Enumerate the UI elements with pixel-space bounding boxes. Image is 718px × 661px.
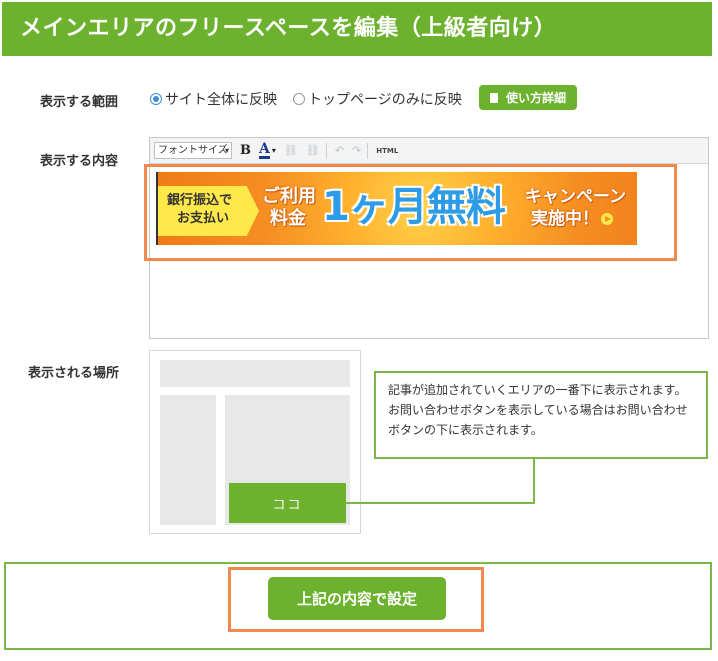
submit-button[interactable]: 上記の内容で設定 [268, 577, 446, 620]
banner-mid-text: ご利用 料金 [262, 186, 316, 230]
text-caret [156, 172, 158, 245]
callout-connector [345, 502, 535, 504]
diagram-sidebar-block [160, 395, 216, 525]
range-radio-group: サイト全体に反映 トップページのみに反映 [150, 89, 478, 109]
radio-site-wide[interactable]: サイト全体に反映 [150, 89, 277, 109]
help-button[interactable]: 使い方詳細 [479, 85, 577, 110]
content-label: 表示する内容 [40, 154, 119, 169]
diagram-marker: ココ [229, 483, 346, 523]
radio-top-only-label: トップページのみに反映 [308, 92, 462, 108]
font-size-select-label: フォントサイズ [158, 145, 228, 156]
banner-left-line2: お支払い [177, 211, 230, 226]
range-label: 表示する範囲 [40, 95, 119, 110]
font-color-dropdown-icon[interactable]: ▾ [272, 146, 276, 155]
banner-left-line1: 銀行振込で [167, 193, 233, 208]
unlink-icon[interactable]: ⛓ [306, 144, 320, 157]
toolbar-separator [325, 142, 327, 159]
banner-mid-line1: ご利用 [262, 186, 316, 207]
banner-big-text: 1ヶ月無料 [322, 184, 506, 230]
font-size-select[interactable]: フォントサイズ ▾ [154, 142, 232, 159]
banner-right-line2: 実施中！ [531, 209, 599, 229]
font-color-button[interactable]: A [259, 142, 270, 159]
undo-icon[interactable]: ↶ [335, 144, 344, 157]
location-label: 表示される場所 [28, 366, 120, 381]
redo-icon[interactable]: ↷ [352, 144, 361, 157]
help-button-label: 使い方詳細 [505, 91, 566, 105]
location-description: 記事が追加されていくエリアの一番下に表示されます。お問い合わせボタンを表示してい… [374, 371, 708, 459]
banner-right-line1: キャンペーン [525, 187, 627, 207]
radio-site-wide-indicator[interactable] [150, 93, 162, 105]
dropdown-arrow-icon: ▾ [224, 146, 229, 155]
radio-site-wide-label: サイト全体に反映 [165, 92, 277, 108]
editor-toolbar: フォントサイズ ▾ B A ▾ ⛓ ⛓ ↶ ↷ HTML [150, 138, 708, 164]
diagram-header-block [160, 360, 350, 387]
link-icon[interactable]: ⛓ [284, 144, 298, 157]
callout-connector [533, 458, 535, 504]
toolbar-separator [367, 142, 369, 159]
banner-left-badge: 銀行振込で お支払い [157, 186, 259, 236]
banner-mid-line2: 料金 [270, 208, 306, 229]
radio-top-only[interactable]: トップページのみに反映 [293, 89, 462, 109]
campaign-banner-image[interactable]: 銀行振込で お支払い ご利用 料金 1ヶ月無料 キャンペーン 実施中！ [157, 172, 637, 245]
play-arrow-icon [601, 213, 613, 225]
page-title: メインエリアのフリースペースを編集（上級者向け） [2, 2, 712, 56]
bold-button[interactable]: B [240, 143, 251, 158]
location-diagram: ココ [149, 350, 361, 534]
html-source-button[interactable]: HTML [376, 147, 398, 155]
document-icon [489, 92, 498, 103]
radio-top-only-indicator[interactable] [293, 93, 305, 105]
banner-right-text: キャンペーン 実施中！ [525, 186, 626, 230]
